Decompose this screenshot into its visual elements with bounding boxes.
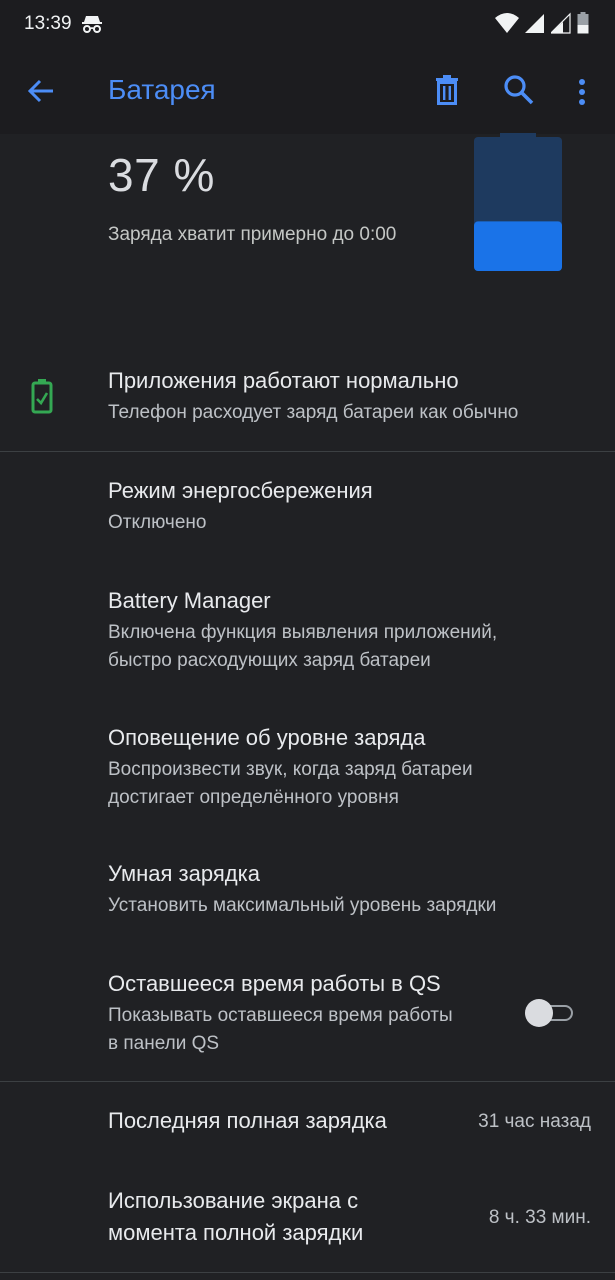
back-arrow-icon[interactable] [26,76,56,106]
signal-icon [525,14,544,33]
battery-percent: 37 % [108,149,215,201]
screen-usage-item: Использование экрана с момента полной за… [0,1180,615,1260]
screen-usage-value: 8 ч. 33 мин. [488,1207,591,1228]
battery-estimate: Заряда хватит примерно до 0:00 [108,224,397,245]
toggle-thumb [525,999,553,1027]
signal-icon [551,12,571,34]
smart-charging-item[interactable]: Умная зарядка Установить максимальный ур… [0,853,615,935]
last-full-charge-item: Последняя полная зарядка 31 час назад [0,1100,615,1150]
status-item-subtitle: Телефон расходует заряд батареи как обыч… [108,402,519,423]
battery-check-icon [31,379,53,414]
battery-manager-title: Battery Manager [108,588,271,613]
charge-level-alert-title: Оповещение об уровне заряда [108,725,426,750]
battery-level-graphic [474,133,562,271]
battery-status-item[interactable]: Приложения работают нормально Телефон ра… [0,360,615,450]
search-icon[interactable] [503,74,535,106]
qs-remaining-time-subtitle-line1: Показывать оставшееся время работы [108,1005,453,1026]
status-icons [495,12,589,34]
trash-icon[interactable] [432,74,462,106]
qs-remaining-time-title: Оставшееся время работы в QS [108,971,441,996]
more-vert-icon[interactable] [570,76,594,108]
battery-manager-subtitle-line1: Включена функция выявления приложений, [108,622,498,643]
app-bar: Батарея [0,50,615,134]
page-title: Батарея [108,74,216,105]
battery-saver-item[interactable]: Режим энергосбережения Отключено [0,470,615,552]
smart-charging-subtitle: Установить максимальный уровень зарядки [108,895,497,916]
qs-remaining-time-toggle[interactable] [525,998,575,1028]
battery-manager-item[interactable]: Battery Manager Включена функция выявлен… [0,580,615,688]
battery-saver-title: Режим энергосбережения [108,478,373,503]
divider [0,1272,615,1273]
qs-remaining-time-subtitle-line2: в панели QS [108,1033,220,1054]
screen-usage-title-line1: Использование экрана с [108,1188,359,1213]
divider [0,1081,615,1082]
smart-charging-title: Умная зарядка [108,861,260,886]
charge-level-alert-item[interactable]: Оповещение об уровне заряда Воспроизвест… [0,717,615,825]
battery-saver-status: Отключено [108,512,207,533]
charge-level-alert-subtitle-line1: Воспроизвести звук, когда заряд батареи [108,759,473,780]
qs-remaining-time-item[interactable]: Оставшееся время работы в QS Показывать … [0,963,615,1071]
charge-level-alert-subtitle-line2: достигает определённого уровня [108,787,399,808]
battery-icon [577,12,589,34]
status-bar: 13:39 [0,0,615,50]
battery-settings-screen: 13:39 Батарея 37 % Заряда хватит примерн… [0,0,615,1280]
screen-usage-title-line2: момента полной зарядки [108,1220,364,1245]
status-time: 13:39 [24,13,72,34]
battery-manager-subtitle-line2: быстро расходующих заряд батареи [108,650,431,671]
incognito-icon [82,16,102,33]
last-full-charge-title: Последняя полная зарядка [108,1108,387,1133]
last-full-charge-value: 31 час назад [478,1111,591,1132]
status-item-title: Приложения работают нормально [108,368,459,393]
divider [0,451,615,452]
wifi-icon [495,13,519,33]
